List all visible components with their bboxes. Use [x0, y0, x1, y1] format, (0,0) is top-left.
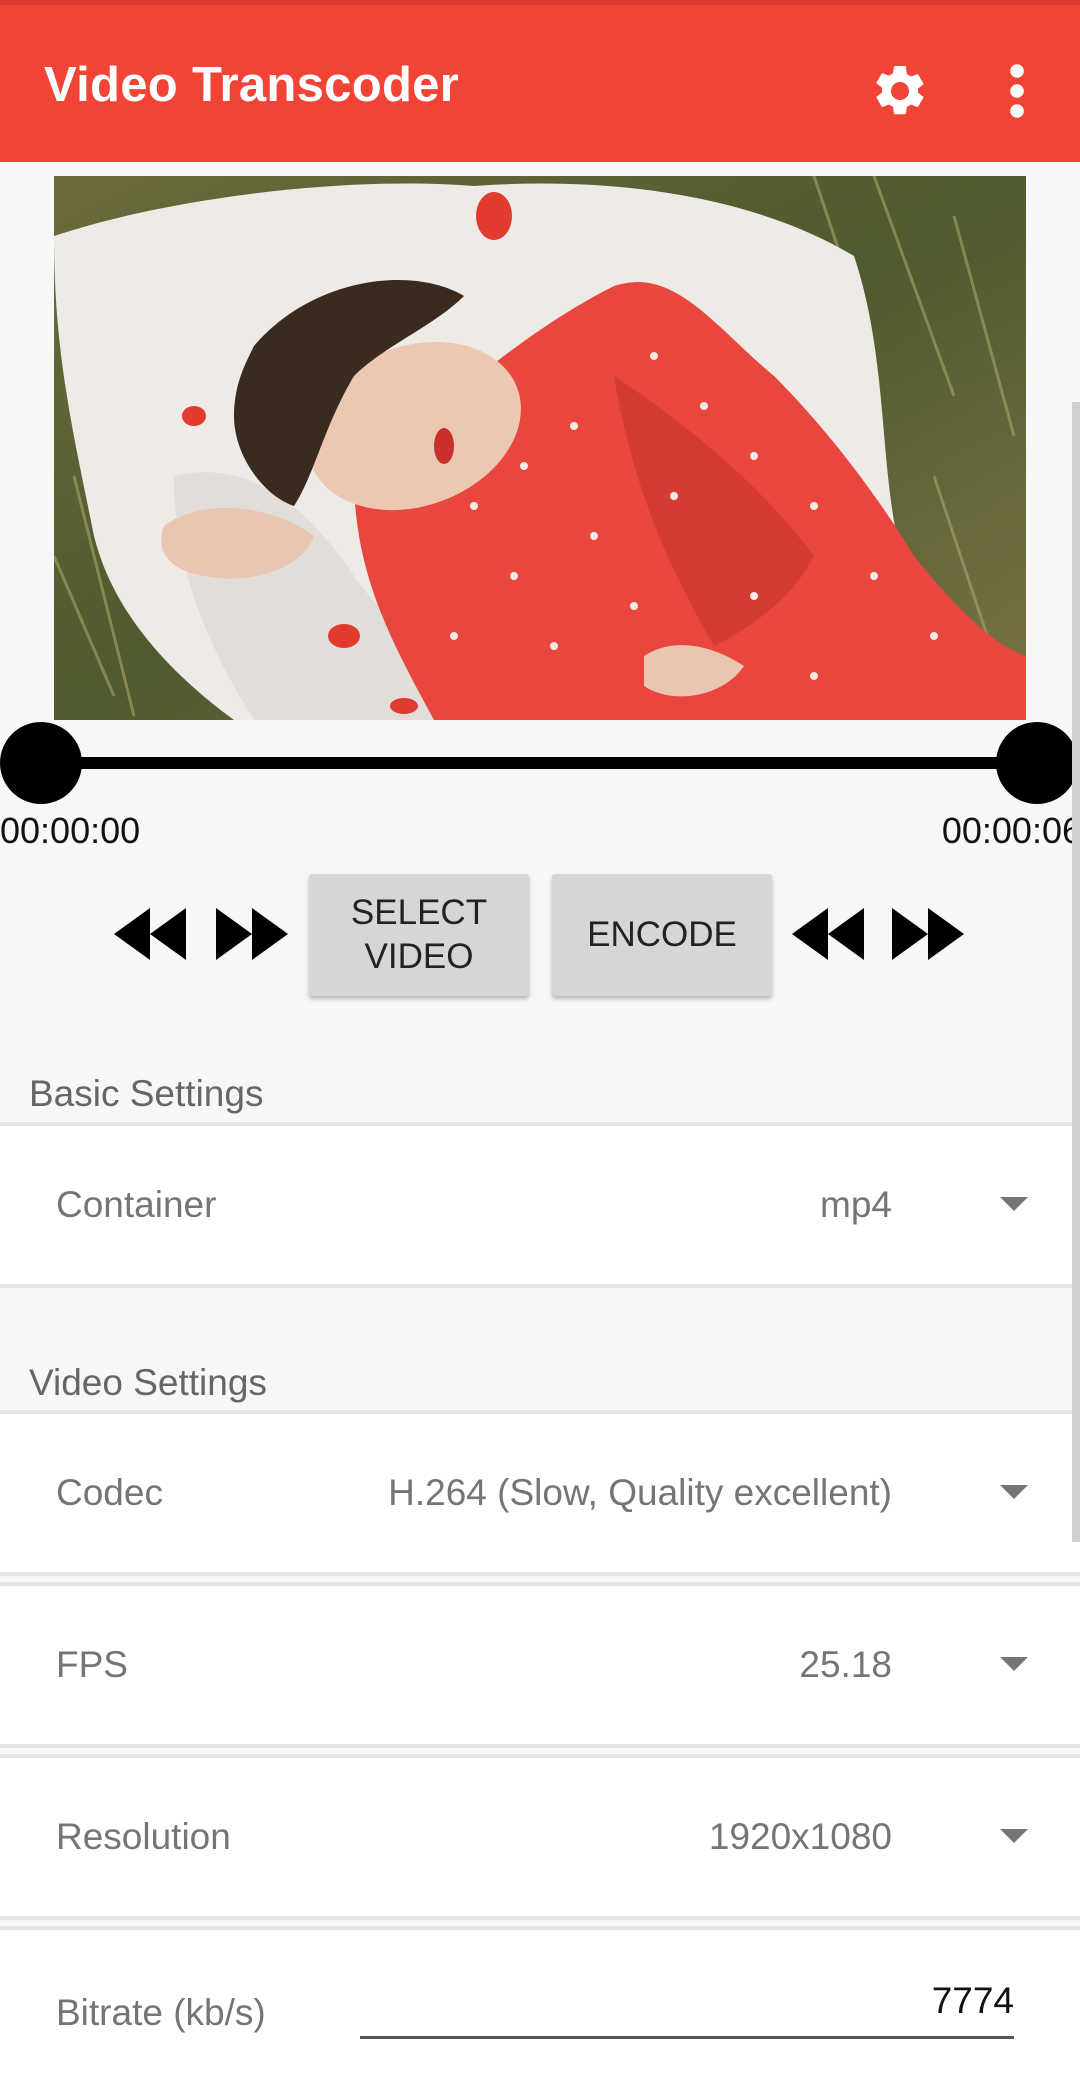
- codec-label: Codec: [56, 1472, 163, 1513]
- basic-settings-header: Basic Settings: [29, 1073, 264, 1114]
- fast-forward-icon[interactable]: [216, 908, 288, 960]
- video-settings-header: Video Settings: [29, 1362, 267, 1403]
- codec-row[interactable]: Codec H.264 (Slow, Quality excellent): [0, 1410, 1080, 1576]
- dropdown-caret-icon: [1000, 1829, 1028, 1843]
- resolution-row[interactable]: Resolution 1920x1080: [0, 1754, 1080, 1920]
- resolution-label: Resolution: [56, 1816, 231, 1857]
- bitrate-input[interactable]: [360, 1966, 1014, 2039]
- select-video-button[interactable]: SELECT VIDEO: [309, 874, 529, 996]
- container-row[interactable]: Container mp4: [0, 1122, 1080, 1288]
- video-preview: [54, 176, 1026, 720]
- codec-value: H.264 (Slow, Quality excellent): [388, 1472, 892, 1513]
- dropdown-caret-icon: [1000, 1197, 1028, 1211]
- dropdown-caret-icon: [1000, 1657, 1028, 1671]
- encode-button[interactable]: ENCODE: [552, 874, 772, 996]
- fps-label: FPS: [56, 1644, 128, 1685]
- fps-value: 25.18: [799, 1644, 892, 1685]
- more-vert-icon[interactable]: [1002, 63, 1032, 119]
- rewind-icon[interactable]: [114, 908, 186, 960]
- start-time: 00:00:00: [0, 810, 141, 851]
- trim-end-handle[interactable]: [996, 722, 1078, 804]
- app-title: Video Transcoder: [44, 58, 460, 112]
- container-label: Container: [56, 1184, 217, 1225]
- bitrate-label: Bitrate (kb/s): [56, 1992, 266, 2033]
- fast-forward-end-icon[interactable]: [892, 908, 964, 960]
- app-bar: Video Transcoder: [0, 0, 1080, 162]
- fps-row[interactable]: FPS 25.18: [0, 1582, 1080, 1748]
- dropdown-caret-icon: [1000, 1485, 1028, 1499]
- container-value: mp4: [820, 1184, 892, 1225]
- rewind-end-icon[interactable]: [792, 908, 864, 960]
- end-time: 00:00:06: [941, 810, 1080, 851]
- trim-start-handle[interactable]: [0, 722, 82, 804]
- scrollbar[interactable]: [1072, 402, 1080, 1542]
- seek-bar-track[interactable]: [40, 757, 1038, 769]
- gear-icon[interactable]: [870, 61, 930, 121]
- bitrate-row: Bitrate (kb/s): [0, 1926, 1080, 2096]
- resolution-value: 1920x1080: [708, 1816, 892, 1857]
